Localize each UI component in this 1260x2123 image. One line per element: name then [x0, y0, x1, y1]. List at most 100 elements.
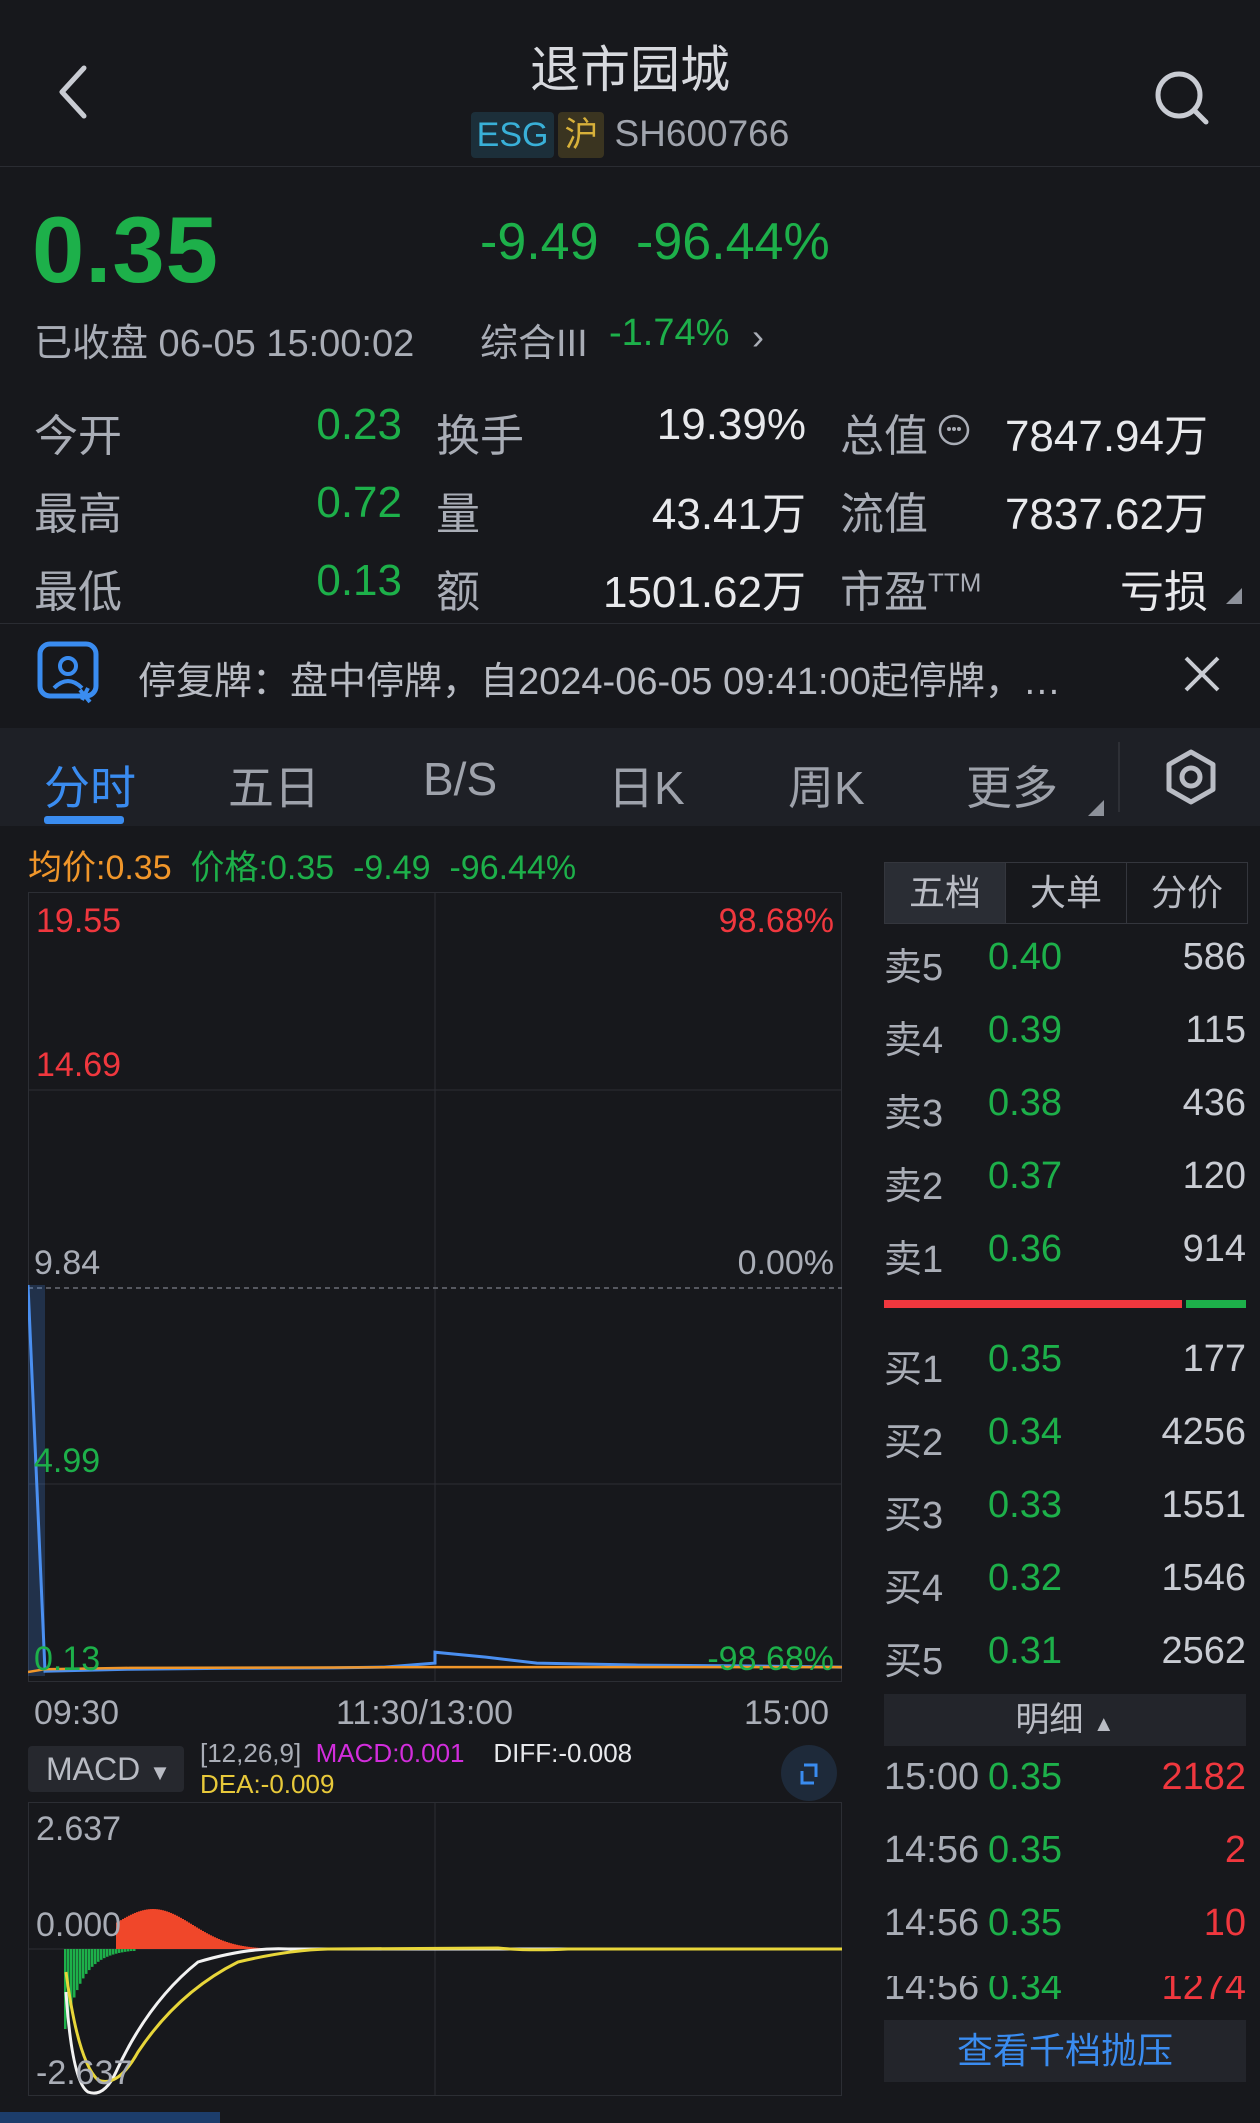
- stat-value-amount: 1501.62万: [602, 568, 806, 617]
- ask-price: 0.36: [988, 1228, 1062, 1270]
- macd-bar-negative: [112, 1949, 115, 1955]
- caret-up-icon: ▲: [1092, 1711, 1115, 1736]
- stat-value-turnover: 19.39%: [656, 400, 806, 449]
- macd-bar-positive: [220, 1939, 222, 1949]
- ask-label: 卖2: [884, 1166, 944, 1208]
- ask-volume: 586: [1182, 936, 1246, 978]
- stat-label-pe: 市盈TTM: [840, 556, 981, 620]
- esg-tag[interactable]: ESG: [470, 112, 555, 158]
- tab-five-levels[interactable]: 五档: [885, 863, 1006, 923]
- macd-bar-negative: [121, 1949, 124, 1953]
- macd-bar-positive: [142, 1910, 144, 1949]
- notice-text[interactable]: 停复牌：盘中停牌，自2024-06-05 09:41:00起停牌，…: [138, 650, 1061, 705]
- macd-bar-positive: [152, 1909, 154, 1949]
- tab-bs[interactable]: B/S: [423, 752, 497, 806]
- expand-corner-icon[interactable]: [1226, 588, 1242, 604]
- trade-volume: 2: [1224, 1829, 1246, 1871]
- x-label-close: 15:00: [744, 1694, 830, 1732]
- pe-sup: TTM: [928, 567, 982, 598]
- macd-bar-positive: [234, 1944, 236, 1949]
- info-smile-icon[interactable]: [938, 414, 970, 446]
- view-depth-button[interactable]: 查看千档抛压: [884, 2020, 1246, 2082]
- ask-volume: 436: [1182, 1082, 1246, 1124]
- more-dropdown-icon[interactable]: [1088, 800, 1104, 816]
- stat-value-pe: 亏损: [1120, 568, 1208, 617]
- pct-label-mid: 0.00%: [737, 1244, 834, 1282]
- macd-value: MACD:0.001: [315, 1738, 465, 1768]
- intraday-chart[interactable]: [28, 892, 842, 1682]
- tab-intraday[interactable]: 分时: [44, 752, 136, 818]
- macd-y-low: -2.637: [36, 2054, 133, 2092]
- macd-chart[interactable]: [28, 1802, 842, 2096]
- tab-price-volume[interactable]: 分价: [1127, 863, 1247, 923]
- macd-bar-positive: [190, 1923, 192, 1949]
- macd-bar-positive: [160, 1909, 162, 1949]
- index-change[interactable]: -1.74%: [609, 312, 729, 355]
- close-icon[interactable]: [1178, 650, 1226, 698]
- tab-more[interactable]: 更多: [966, 752, 1058, 818]
- current-price: 0.35: [32, 197, 219, 302]
- stat-value-volume: 43.41万: [651, 490, 806, 539]
- tab-daily-k[interactable]: 日K: [608, 752, 685, 818]
- macd-bar-negative: [82, 1949, 85, 1979]
- price-legend: 价格:0.35: [190, 849, 335, 887]
- stat-value-open: 0.23: [316, 400, 402, 449]
- bid-label: 买5: [884, 1641, 944, 1683]
- settings-icon[interactable]: [1162, 748, 1220, 806]
- y-label-high: 19.55: [36, 902, 122, 940]
- macd-bar-positive: [222, 1940, 224, 1949]
- tab-weekly-k[interactable]: 周K: [788, 752, 865, 818]
- macd-bar-negative: [100, 1949, 103, 1960]
- pe-label: 市盈: [840, 568, 928, 617]
- macd-bar-positive: [188, 1922, 190, 1949]
- tab-five-day[interactable]: 五日: [228, 752, 320, 818]
- bid-label: 买1: [884, 1349, 944, 1391]
- indicator-select[interactable]: MACD ▼: [28, 1746, 184, 1792]
- pct-label-low: -98.68%: [707, 1640, 834, 1678]
- bid-row: 买1 0.35 177: [884, 1338, 1246, 1410]
- order-book-tabs: 五档 大单 分价: [884, 862, 1248, 924]
- macd-bar-positive: [230, 1943, 232, 1949]
- trade-price: 0.35: [988, 1829, 1062, 1871]
- chevron-right-icon[interactable]: ›: [752, 316, 764, 358]
- macd-bar-positive: [148, 1909, 150, 1949]
- price-change-percent: -96.44%: [636, 213, 830, 271]
- macd-bar-positive: [150, 1909, 152, 1949]
- stat-label-open: 今开: [34, 412, 122, 461]
- x-label-midday: 11:30/13:00: [336, 1694, 514, 1732]
- chevron-down-icon: ▼: [149, 1760, 171, 1785]
- trade-row: 14:56 0.35 2: [884, 1829, 1246, 1901]
- index-name[interactable]: 综合III: [480, 312, 588, 367]
- macd-bar-positive: [196, 1927, 198, 1949]
- search-icon[interactable]: [1152, 68, 1212, 128]
- trade-volume: 10: [1203, 1902, 1246, 1944]
- bid-price: 0.31: [988, 1630, 1062, 1672]
- macd-bar-negative: [118, 1949, 121, 1953]
- macd-bar-positive: [130, 1914, 132, 1949]
- trade-time: 14:56: [884, 1829, 980, 1871]
- bid-price: 0.34: [988, 1411, 1062, 1453]
- macd-bar-positive: [192, 1924, 194, 1949]
- macd-bar-positive: [204, 1932, 206, 1949]
- tab-big-orders[interactable]: 大单: [1006, 863, 1127, 923]
- macd-param-values: [12,26,9]: [200, 1738, 302, 1768]
- stat-label-low: 最低: [34, 568, 122, 617]
- bid-price: 0.35: [988, 1338, 1062, 1380]
- active-tab-indicator: [44, 816, 124, 824]
- macd-bar-positive: [162, 1910, 164, 1949]
- macd-bar-negative: [106, 1949, 109, 1957]
- trade-details-header[interactable]: 明细 ▲: [884, 1694, 1246, 1746]
- macd-bar-positive: [210, 1935, 212, 1949]
- bid-label: 买3: [884, 1495, 944, 1537]
- suspension-notice-icon: [37, 641, 99, 704]
- ask-price: 0.38: [988, 1082, 1062, 1124]
- macd-bar-positive: [246, 1946, 248, 1949]
- y-label-lower: 4.99: [34, 1442, 101, 1480]
- bid-label: 买2: [884, 1422, 944, 1464]
- macd-y-zero: 0.000: [36, 1906, 122, 1944]
- stock-code: SH600766: [614, 113, 790, 154]
- fullscreen-icon[interactable]: [776, 1745, 842, 1801]
- change-legend: -9.49: [353, 849, 431, 887]
- macd-bar-negative: [94, 1949, 97, 1965]
- macd-bar-positive: [194, 1926, 196, 1949]
